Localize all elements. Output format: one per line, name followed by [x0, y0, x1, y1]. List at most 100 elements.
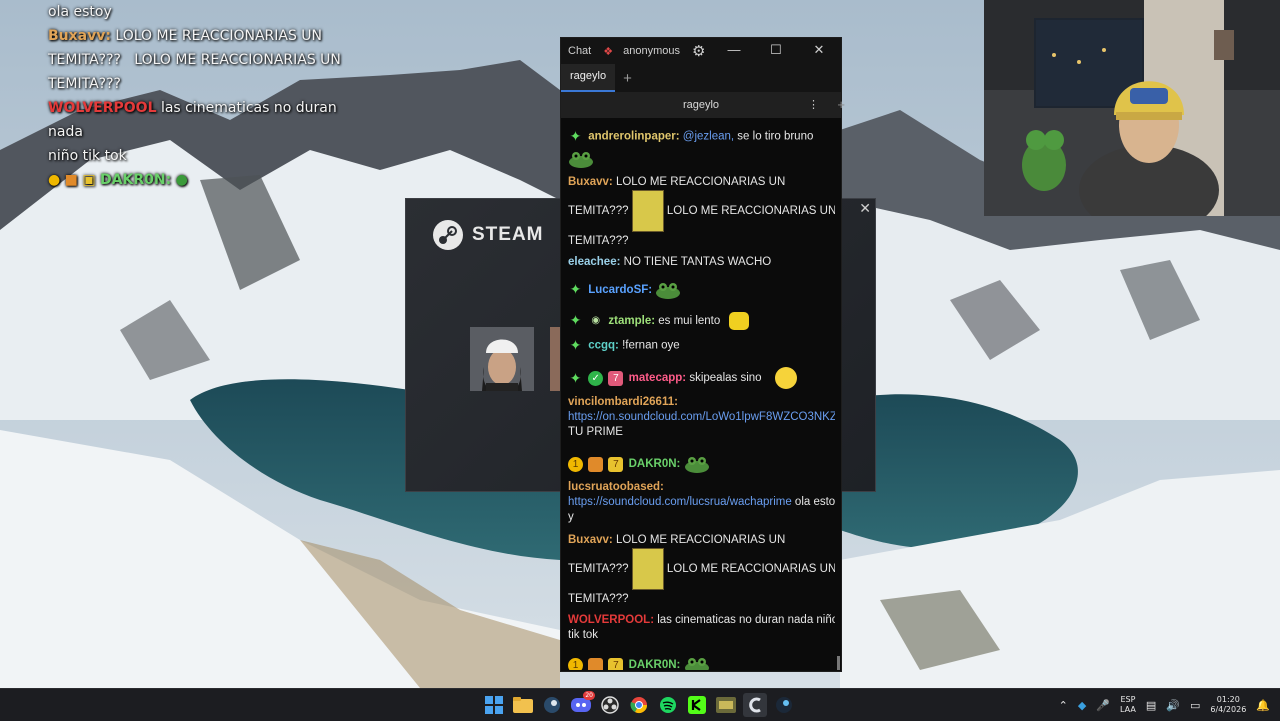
overlay-text: TEMITA???: [48, 76, 121, 92]
chat-message[interactable]: ✦ ✓ 7 matecapp: skipealas sino: [568, 367, 840, 390]
chat-window[interactable]: Chat ❖ anonymous ⚙ — ☐ ✕ rageylo + ragey…: [560, 37, 845, 672]
alien-badge-icon: ◉: [591, 315, 601, 327]
discord-icon[interactable]: 20: [569, 691, 595, 717]
overlay-line: niño tik tok: [0, 144, 358, 168]
coin-badge-icon: 1: [568, 657, 583, 670]
window-title: Chat: [568, 45, 592, 57]
clock-date: 6/4/2026: [1210, 705, 1247, 714]
avatar-image: [470, 327, 534, 391]
message-username[interactable]: Buxavv:: [568, 176, 613, 188]
chevron-up-icon[interactable]: ⌃: [1059, 699, 1068, 712]
message-username[interactable]: ccgq:: [588, 339, 619, 351]
message-username[interactable]: WOLVERPOOL:: [568, 614, 654, 626]
seven-badge-icon: 7: [608, 657, 624, 670]
message-username[interactable]: DAKR0N:: [629, 659, 681, 670]
star-badge-icon: ✦: [569, 336, 582, 353]
tab-rageylo[interactable]: rageylo: [561, 64, 616, 92]
chat-tabs: rageylo +: [561, 64, 841, 92]
spongebob-emote-icon: [631, 189, 664, 232]
chatterino-icon[interactable]: [743, 693, 767, 717]
chat-message[interactable]: ✦ ◉ ztample: es mui lento: [568, 311, 840, 330]
steam-icon-2[interactable]: [772, 693, 796, 717]
overlay-line: Buxavv: LOLO ME REACCIONARIAS UN: [0, 24, 358, 48]
message-text: TU PRIME: [568, 426, 623, 439]
system-tray: ⌃ ◆ 🎤 ESP LAA ▤ 🔊 ▭ 01:20 6/4/2026 🔔: [1059, 689, 1280, 721]
obs-icon[interactable]: [598, 693, 622, 717]
spongebob-emote-icon: [631, 548, 664, 591]
chat-message[interactable]: 1 7 DAKR0N:: [568, 454, 840, 474]
minimize-icon[interactable]: —: [724, 42, 744, 57]
star-badge-icon: ✦: [569, 369, 582, 386]
message-username[interactable]: eleachee:: [568, 256, 620, 268]
overlay-line: WOLVERPOOL las cinematicas no duran nada: [0, 96, 358, 144]
scrollbar-thumb[interactable]: [837, 656, 840, 670]
message-list[interactable]: ✦ andrerolinpaper: @jezlean, se lo tiro …: [561, 120, 840, 670]
split-channel-name: rageylo: [682, 99, 720, 111]
add-split-icon[interactable]: +: [837, 92, 845, 118]
message-username[interactable]: ztample:: [608, 315, 655, 327]
steam-icon[interactable]: [540, 693, 564, 717]
split-header[interactable]: rageylo ⋮ +: [561, 92, 845, 118]
message-username[interactable]: DAKR0N:: [629, 458, 681, 470]
clock-time: 01:20: [1216, 695, 1240, 704]
maximize-icon[interactable]: ☐: [766, 42, 786, 58]
split-menu-icon[interactable]: ⋮: [808, 92, 819, 118]
chat-message[interactable]: eleachee: NO TIENE TANTAS WACHO: [568, 255, 840, 270]
star-badge-icon: ✦: [569, 128, 582, 144]
seven-badge-icon: 7: [608, 456, 624, 472]
chat-message[interactable]: Buxavv: LOLO ME REACCIONARIAS UN TEMITA?…: [568, 533, 840, 607]
chat-message[interactable]: ✦ ccgq: !fernan oye: [568, 336, 840, 354]
chat-message[interactable]: Buxavv: LOLO ME REACCIONARIAS UN TEMITA?…: [568, 175, 840, 249]
message-link[interactable]: https://soundcloud.com/lucsrua/wachaprim…: [568, 496, 792, 508]
message-text: TEMITA???: [568, 593, 629, 606]
add-tab-icon[interactable]: +: [615, 70, 642, 92]
game-icon[interactable]: [714, 693, 738, 717]
microphone-icon[interactable]: 🎤: [1096, 699, 1110, 712]
message-username[interactable]: andrerolinpaper:: [588, 131, 679, 143]
windows-start-icon[interactable]: [482, 693, 506, 717]
box-badge-icon: [588, 657, 604, 670]
language-code: ESP: [1120, 695, 1136, 704]
message-text: TEMITA???: [568, 234, 629, 247]
language-indicator[interactable]: ESP LAA: [1120, 695, 1136, 715]
chat-message[interactable]: WOLVERPOOL: las cinematicas no duran nad…: [568, 613, 840, 643]
settings-gear-icon[interactable]: ⚙: [692, 42, 705, 60]
overlay-username: DAKR0N:: [100, 172, 172, 188]
message-mention[interactable]: @jezlean,: [683, 131, 734, 143]
account-avatar[interactable]: [470, 327, 534, 391]
message-username[interactable]: matecapp:: [629, 372, 687, 384]
chrome-icon[interactable]: [627, 693, 651, 717]
account-name[interactable]: anonymous: [623, 45, 680, 57]
star-badge-icon: ✦: [569, 312, 582, 329]
file-explorer-icon[interactable]: [511, 693, 535, 717]
close-icon[interactable]: ✕: [809, 42, 829, 58]
message-text: LOLO ME REACCIONARIAS UN: [666, 563, 837, 576]
message-username[interactable]: LucardoSF:: [588, 284, 652, 296]
spotify-icon[interactable]: [656, 693, 680, 717]
taskbar-apps: 20: [482, 691, 796, 717]
chat-message[interactable]: lucsruatoobased: https://soundcloud.com/…: [568, 480, 840, 525]
message-username[interactable]: Buxavv:: [568, 534, 613, 546]
network-icon[interactable]: ▤: [1146, 699, 1156, 712]
star-badge-icon: ✦: [569, 281, 582, 298]
chat-message[interactable]: 1 7 DAKR0N:: [568, 655, 840, 670]
clock[interactable]: 01:20 6/4/2026: [1210, 695, 1246, 715]
volume-icon[interactable]: 🔊: [1166, 699, 1180, 712]
kick-icon[interactable]: [685, 693, 709, 717]
message-username[interactable]: lucsruatoobased:: [568, 481, 664, 493]
message-text: skipealas sino: [686, 372, 762, 385]
defender-icon[interactable]: ◆: [1078, 699, 1086, 712]
chat-message[interactable]: ✦ LucardoSF:: [568, 280, 840, 300]
message-link[interactable]: https://on.soundcloud.com/LoWo1lpwF8WZCO…: [568, 411, 837, 423]
message-username[interactable]: vincilombardi26611:: [568, 396, 678, 408]
frog-emote-icon: [569, 151, 593, 168]
battery-icon[interactable]: ▭: [1190, 699, 1200, 712]
chat-message[interactable]: vincilombardi26611: https://on.soundclou…: [568, 395, 840, 440]
coin-badge-icon: ●: [48, 172, 61, 188]
chat-scrollbar[interactable]: [835, 120, 841, 670]
message-text: es mui lento: [655, 314, 721, 327]
chat-titlebar[interactable]: Chat ❖ anonymous ⚙: [561, 38, 841, 64]
steam-close-icon[interactable]: ✕: [859, 201, 871, 217]
chat-message[interactable]: ✦ andrerolinpaper: @jezlean, se lo tiro …: [568, 129, 840, 145]
notification-bell-icon[interactable]: 🔔: [1256, 699, 1270, 712]
